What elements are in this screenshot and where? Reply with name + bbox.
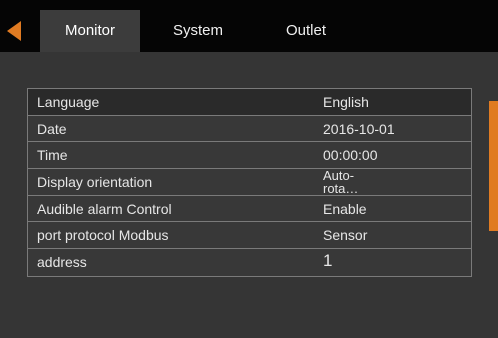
setting-label: Date: [37, 120, 67, 137]
setting-row-audible-alarm[interactable]: Audible alarm Control Enable: [28, 195, 471, 223]
setting-label: Audible alarm Control: [37, 200, 172, 217]
setting-row-port-protocol[interactable]: port protocol Modbus Sensor: [28, 222, 471, 250]
setting-value: Auto- rota…: [323, 168, 359, 197]
setting-label: port protocol Modbus: [37, 227, 169, 244]
back-arrow-icon: [7, 21, 21, 41]
setting-row-language[interactable]: Language English: [28, 89, 471, 116]
setting-value: English: [323, 94, 369, 110]
monitor-screen: Monitor System Outlet Language English D…: [0, 0, 498, 338]
tab-bar: Monitor System Outlet: [0, 0, 498, 52]
settings-table: Language English Date 2016-10-01 Time 00…: [27, 88, 472, 277]
setting-row-address[interactable]: address 1: [28, 249, 471, 276]
tab-outlet[interactable]: Outlet: [256, 10, 356, 52]
setting-row-date[interactable]: Date 2016-10-01: [28, 115, 471, 143]
setting-label: Display orientation: [37, 174, 153, 191]
back-button[interactable]: [0, 10, 32, 52]
setting-label: address: [37, 254, 87, 271]
setting-row-time[interactable]: Time 00:00:00: [28, 142, 471, 170]
tab-monitor[interactable]: Monitor: [40, 10, 140, 52]
scrollbar-thumb[interactable]: [489, 101, 498, 231]
setting-value: Sensor: [323, 227, 368, 244]
setting-value: 2016-10-01: [323, 120, 395, 137]
setting-value: 1: [323, 251, 333, 271]
settings-panel: Language English Date 2016-10-01 Time 00…: [0, 52, 498, 338]
tab-system[interactable]: System: [140, 10, 256, 52]
setting-label: Language: [37, 94, 100, 110]
setting-value: 00:00:00: [323, 147, 378, 164]
setting-label: Time: [37, 147, 68, 164]
setting-value: Enable: [323, 200, 367, 217]
setting-row-display-orientation[interactable]: Display orientation Auto- rota…: [28, 169, 471, 196]
